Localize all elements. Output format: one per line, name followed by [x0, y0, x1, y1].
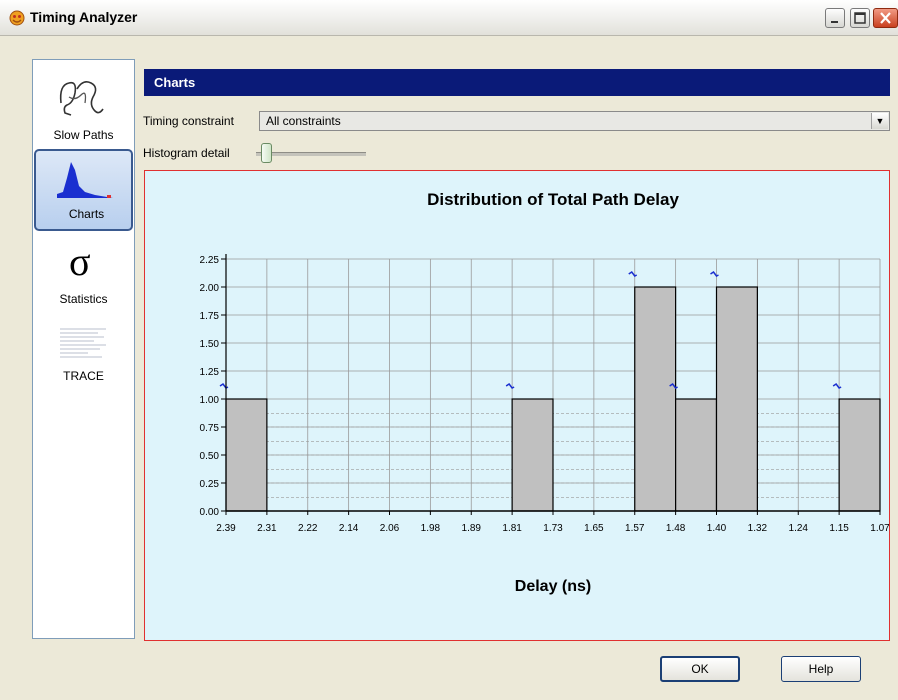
y-tick-label: 2.00: [200, 283, 220, 294]
histogram-detail-slider-thumb[interactable]: [261, 143, 272, 163]
x-axis-label: Delay (ns): [515, 578, 591, 595]
histogram-bar: [511, 398, 554, 512]
x-tick-label: 1.40: [707, 523, 727, 534]
close-icon: [880, 12, 891, 24]
sidebar: Slow Paths Charts σ Statistics TRACE: [32, 59, 135, 639]
y-tick-label: 1.00: [200, 395, 220, 406]
x-tick-label: 1.07: [870, 523, 889, 534]
maximize-button[interactable]: [850, 8, 870, 28]
slow-paths-icon: [59, 81, 104, 116]
trace-report-icon: [60, 328, 106, 358]
x-tick-label: 1.89: [462, 523, 482, 534]
x-tick-label: 2.22: [298, 523, 318, 534]
histogram-chart: Distribution of Total Path Delay 2.25 2.00…: [200, 190, 891, 595]
sigma-icon: σ: [69, 242, 91, 282]
x-tick-label: 1.24: [789, 523, 809, 534]
y-tick-label: 1.75: [200, 311, 220, 322]
x-tick-label: 1.65: [584, 523, 604, 534]
x-tick-label: 1.81: [502, 523, 522, 534]
chart-title: Distribution of Total Path Delay: [427, 190, 679, 209]
x-tick-label: 2.06: [380, 523, 400, 534]
histogram-bar: [225, 398, 268, 512]
bar-marker-icon: [505, 382, 515, 389]
chart-area: Distribution of Total Path Delay 2.25 2.00…: [144, 170, 890, 641]
svg-text:σ: σ: [69, 242, 91, 282]
x-tick-label: 1.73: [543, 523, 563, 534]
sidebar-item-label: TRACE: [63, 369, 104, 383]
x-tick-label: 1.98: [421, 523, 441, 534]
histogram-bar: [675, 398, 718, 512]
timing-analyzer-app-icon: [9, 10, 25, 26]
histogram-bar: [838, 398, 881, 512]
x-tick-label: 2.39: [216, 523, 236, 534]
title-bar: Timing Analyzer: [0, 0, 898, 36]
ok-button[interactable]: OK: [660, 656, 740, 682]
y-tick-label: 1.50: [200, 339, 220, 350]
bar-marker-icon: [219, 382, 229, 389]
y-tick-label: 0.50: [200, 451, 220, 462]
sidebar-item-trace[interactable]: TRACE: [33, 325, 134, 395]
bar-marker-icon: [832, 382, 842, 389]
y-tick-label: 0.00: [200, 507, 220, 518]
x-tick-label: 2.14: [339, 523, 359, 534]
help-button[interactable]: Help: [781, 656, 861, 682]
sidebar-item-label: Slow Paths: [53, 128, 114, 142]
histogram-detail-slider-track[interactable]: [256, 152, 366, 156]
y-tick-label: 1.25: [200, 367, 220, 378]
bar-marker-icon: [628, 270, 638, 277]
timing-constraint-value: All constraints: [266, 114, 341, 128]
bar-marker-icon: [710, 270, 719, 277]
chevron-down-icon[interactable]: ▼: [871, 113, 888, 129]
sidebar-item-label: Charts: [68, 207, 105, 221]
x-tick-label: 1.48: [666, 523, 686, 534]
histogram-bar: [715, 286, 758, 512]
y-tick-label: 0.75: [200, 423, 220, 434]
timing-constraint-select[interactable]: All constraints ▼: [259, 111, 890, 131]
histogram-detail-label: Histogram detail: [143, 146, 230, 160]
x-tick-label: 2.31: [257, 523, 277, 534]
window-title: Timing Analyzer: [30, 9, 138, 25]
sidebar-item-statistics[interactable]: σ Statistics: [33, 240, 134, 312]
timing-constraint-label: Timing constraint: [143, 114, 234, 128]
minimize-icon: [831, 21, 838, 23]
sidebar-item-charts[interactable]: Charts: [34, 149, 133, 231]
sidebar-item-slow-paths[interactable]: Slow Paths: [33, 70, 134, 150]
histogram-icon: [57, 162, 113, 198]
y-tick-label: 2.25: [200, 255, 220, 266]
sidebar-item-label: Statistics: [59, 292, 108, 306]
y-tick-label: 0.25: [200, 479, 220, 490]
page-title: Charts: [144, 69, 890, 96]
x-tick-label: 1.32: [748, 523, 768, 534]
x-tick-label: 1.15: [829, 523, 849, 534]
maximize-icon: [854, 12, 866, 24]
minimize-button[interactable]: [825, 8, 845, 28]
histogram-bar: [634, 286, 677, 512]
x-tick-label: 1.57: [625, 523, 645, 534]
close-button[interactable]: [873, 8, 898, 28]
